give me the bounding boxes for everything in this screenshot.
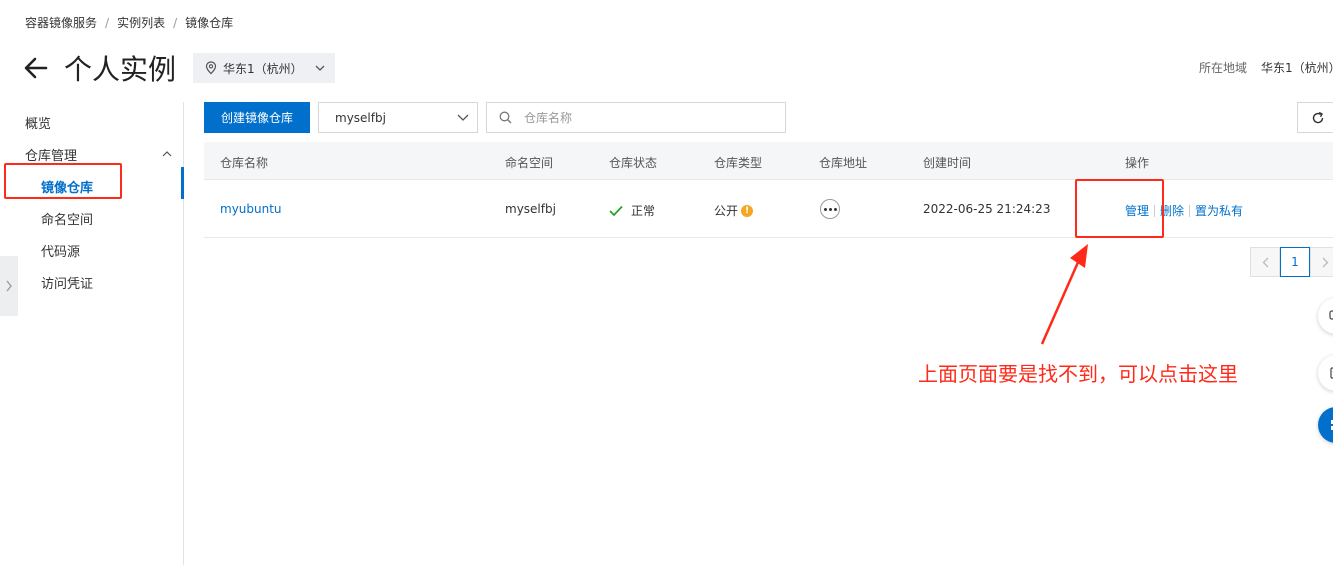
chevron-down-icon <box>315 65 325 71</box>
make-private-link[interactable]: 置为私有 <box>1195 202 1243 219</box>
namespace-select-value: myselfbj <box>335 110 386 125</box>
pagination-prev[interactable] <box>1250 247 1280 277</box>
column-header-repo-name: 仓库名称 <box>220 156 269 170</box>
warning-icon[interactable]: ! <box>741 204 754 217</box>
row-status: 正常 <box>609 202 655 219</box>
refresh-button[interactable] <box>1297 102 1333 133</box>
region-info-value: 华东1（杭州） <box>1261 61 1333 75</box>
ellipsis-icon[interactable] <box>820 199 840 219</box>
grid-icon <box>1331 420 1333 430</box>
annotation-highlight-manage <box>1075 179 1164 238</box>
annotation-text: 上面页面要是找不到，可以点击这里 <box>918 362 1238 386</box>
sidebar-item-access-credential[interactable]: 访问凭证 <box>41 273 93 292</box>
annotation-arrow <box>1040 244 1088 345</box>
breadcrumb-separator: / <box>105 15 110 30</box>
sidebar-active-indicator <box>181 167 184 199</box>
float-tool-button-2[interactable] <box>1318 355 1333 391</box>
row-status-text: 正常 <box>631 204 656 218</box>
column-header-created: 创建时间 <box>923 156 972 170</box>
namespace-select[interactable]: myselfbj <box>318 102 478 133</box>
region-selector[interactable]: 华东1（杭州） <box>193 53 335 83</box>
row-namespace: myselfbj <box>505 202 556 216</box>
breadcrumb-item-instances[interactable]: 实例列表 <box>117 14 165 31</box>
create-repo-button[interactable]: 创建镜像仓库 <box>204 102 310 133</box>
page-title: 个人实例 <box>64 53 177 86</box>
sidebar-item-namespace[interactable]: 命名空间 <box>41 209 93 228</box>
check-icon <box>609 205 623 216</box>
sidebar-group-repo-management[interactable]: 仓库管理 <box>25 145 77 164</box>
sidebar-item-code-source[interactable]: 代码源 <box>41 241 80 260</box>
region-selector-value: 华东1（杭州） <box>223 61 303 76</box>
chevron-left-icon <box>1262 257 1268 267</box>
action-divider <box>1189 204 1191 217</box>
chat-icon <box>1329 310 1333 320</box>
repo-search-input[interactable] <box>522 109 766 126</box>
column-header-status: 仓库状态 <box>609 156 658 170</box>
chevron-right-icon <box>6 280 12 292</box>
chevron-up-icon[interactable] <box>162 146 172 160</box>
breadcrumb: 容器镜像服务 / 实例列表 / 镜像仓库 <box>25 14 233 31</box>
column-header-namespace: 命名空间 <box>505 156 554 170</box>
column-header-type: 仓库类型 <box>714 156 763 170</box>
table-header <box>204 142 1333 180</box>
refresh-icon <box>1312 111 1324 123</box>
column-header-actions: 操作 <box>1125 156 1150 170</box>
sidebar-item-overview[interactable]: 概览 <box>25 113 51 132</box>
row-type: 公开 ! <box>714 202 754 219</box>
back-arrow-icon[interactable] <box>22 54 50 82</box>
chevron-right-icon <box>1322 257 1328 267</box>
annotation-highlight-sidebar <box>4 163 122 199</box>
breadcrumb-separator: / <box>173 15 178 30</box>
breadcrumb-item-current: 镜像仓库 <box>185 16 234 30</box>
pagination-next[interactable] <box>1310 247 1333 277</box>
sidebar-collapse-toggle[interactable] <box>0 256 18 316</box>
region-info: 所在地域 华东1（杭州） <box>1199 59 1333 76</box>
pagination-page[interactable]: 1 <box>1280 247 1310 277</box>
float-tool-button-3[interactable] <box>1318 407 1333 443</box>
column-header-address: 仓库地址 <box>819 156 868 170</box>
feedback-icon <box>1330 367 1333 379</box>
row-created-time: 2022-06-25 21:24:23 <box>923 202 1051 216</box>
chevron-down-icon <box>457 114 469 121</box>
row-type-text: 公开 <box>714 204 739 218</box>
location-pin-icon <box>205 61 217 75</box>
search-icon <box>499 111 512 124</box>
breadcrumb-item-service[interactable]: 容器镜像服务 <box>25 14 97 31</box>
region-info-label: 所在地域 <box>1199 61 1248 75</box>
repo-search <box>486 102 786 133</box>
repo-name-link[interactable]: myubuntu <box>220 202 282 216</box>
float-tool-button-1[interactable] <box>1318 298 1333 334</box>
